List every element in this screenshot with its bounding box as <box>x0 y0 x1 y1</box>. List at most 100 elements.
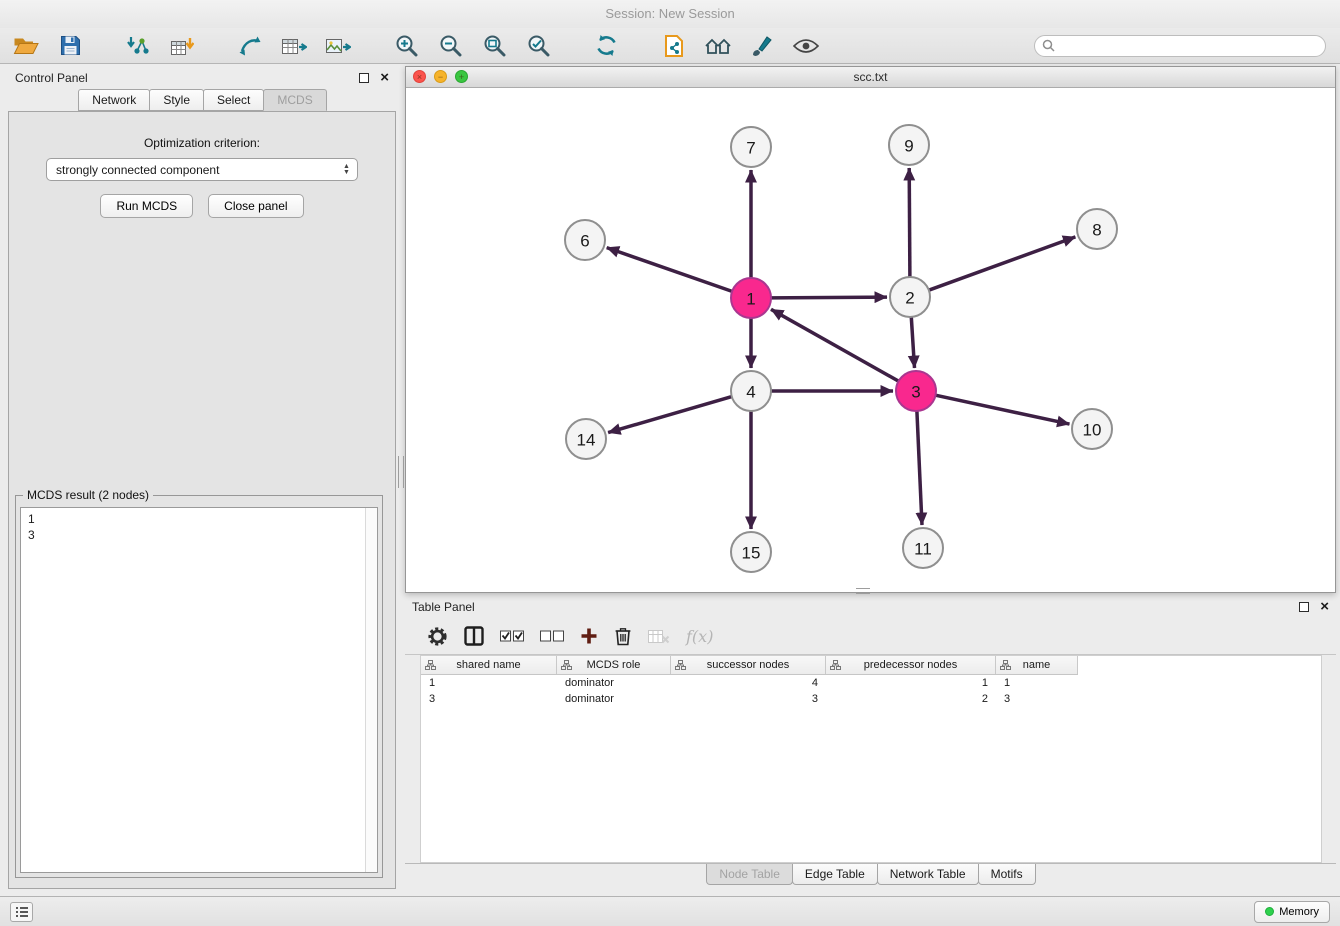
graph-node-2[interactable]: 2 <box>890 277 930 317</box>
graph-edge-1-6[interactable] <box>607 248 732 292</box>
graph-edge-3-10[interactable] <box>936 395 1070 424</box>
table-body: 1dominator4113dominator323 <box>421 675 1321 707</box>
apply-style-button[interactable] <box>746 31 778 61</box>
table-cell[interactable]: 3 <box>996 691 1078 707</box>
table-cell[interactable]: 4 <box>671 675 826 691</box>
select-all-button[interactable] <box>500 629 524 643</box>
tab-network[interactable]: Network <box>78 89 150 111</box>
task-history-button[interactable] <box>10 902 33 922</box>
tab-style[interactable]: Style <box>149 89 204 111</box>
column-header-shared-name[interactable]: shared name <box>421 656 557 674</box>
tab-network-table[interactable]: Network Table <box>877 864 979 885</box>
table-cell[interactable]: 1 <box>996 675 1078 691</box>
show-hide-button[interactable] <box>790 31 822 61</box>
mcds-result-item[interactable]: 3 <box>28 527 370 543</box>
table-row[interactable]: 3dominator323 <box>421 691 1321 707</box>
column-header-mcds-role[interactable]: MCDS role <box>557 656 671 674</box>
zoom-out-button[interactable] <box>434 31 466 61</box>
zoom-window-icon[interactable]: + <box>455 70 468 83</box>
control-panel-title: Control Panel <box>15 71 88 85</box>
add-row-button[interactable] <box>580 627 598 645</box>
graph-edge-2-9[interactable] <box>909 168 910 277</box>
table-row[interactable]: 1dominator411 <box>421 675 1321 691</box>
close-window-icon[interactable]: × <box>413 70 426 83</box>
graph-node-3[interactable]: 3 <box>896 371 936 411</box>
graph-edge-4-14[interactable] <box>608 397 732 433</box>
graph-node-1[interactable]: 1 <box>731 278 771 318</box>
export-image-button[interactable] <box>322 31 354 61</box>
network-graph: 7 9 6 8 1 2 4 3 14 10 15 11 <box>406 88 1335 592</box>
network-canvas[interactable]: 7 9 6 8 1 2 4 3 14 10 15 11 <box>406 88 1335 592</box>
close-mcds-panel-button[interactable]: Close panel <box>208 194 303 218</box>
graph-edge-3-1[interactable] <box>771 309 899 381</box>
import-network-button[interactable] <box>122 31 154 61</box>
column-chooser-button[interactable] <box>464 626 484 646</box>
vertical-splitter-handle[interactable] <box>398 456 404 488</box>
graph-node-14[interactable]: 14 <box>566 419 606 459</box>
table-cell[interactable]: dominator <box>557 675 671 691</box>
column-header-successor-nodes[interactable]: successor nodes <box>671 656 826 674</box>
column-header-label: MCDS role <box>587 659 641 671</box>
table-cell[interactable]: 1 <box>826 675 996 691</box>
tab-mcds[interactable]: MCDS <box>263 89 326 111</box>
table-cell[interactable]: 1 <box>421 675 557 691</box>
graph-edge-3-11[interactable] <box>917 411 922 525</box>
network-window-titlebar[interactable]: × − + scc.txt <box>406 67 1335 88</box>
close-panel-icon[interactable]: × <box>380 71 389 85</box>
zoom-fit-button[interactable] <box>478 31 510 61</box>
column-header-predecessor-nodes[interactable]: predecessor nodes <box>826 656 996 674</box>
graph-node-15[interactable]: 15 <box>731 532 771 572</box>
graph-node-8[interactable]: 8 <box>1077 209 1117 249</box>
graph-node-4[interactable]: 4 <box>731 371 771 411</box>
export-table-button[interactable] <box>278 31 310 61</box>
graph-node-7[interactable]: 7 <box>731 127 771 167</box>
graph-edge-2-3[interactable] <box>911 317 914 368</box>
tab-select[interactable]: Select <box>203 89 264 111</box>
table-cell[interactable]: 3 <box>671 691 826 707</box>
table-cell[interactable]: 2 <box>826 691 996 707</box>
close-table-panel-icon[interactable]: × <box>1320 600 1329 614</box>
table-panel-header: Table Panel × <box>405 595 1336 618</box>
search-input[interactable] <box>1034 35 1326 57</box>
network-file-icon <box>663 34 685 58</box>
graph-node-10[interactable]: 10 <box>1072 409 1112 449</box>
graph-node-6[interactable]: 6 <box>565 220 605 260</box>
zoom-selected-button[interactable] <box>522 31 554 61</box>
horizontal-splitter-handle[interactable] <box>856 588 870 594</box>
control-panel: Control Panel × NetworkStyleSelectMCDS O… <box>8 66 396 889</box>
result-scrollbar[interactable] <box>365 508 377 872</box>
run-mcds-button[interactable]: Run MCDS <box>100 194 193 218</box>
mcds-result-list[interactable]: 13 <box>20 507 378 873</box>
function-builder-icon[interactable]: f(x) <box>686 627 713 646</box>
export-network-button[interactable] <box>234 31 266 61</box>
dropdown-stepper-icon: ▲▼ <box>340 164 353 176</box>
home-button[interactable] <box>702 31 734 61</box>
table-cell[interactable]: dominator <box>557 691 671 707</box>
tab-node-table[interactable]: Node Table <box>706 864 793 885</box>
minimize-window-icon[interactable]: − <box>434 70 447 83</box>
import-table-button[interactable] <box>166 31 198 61</box>
graph-node-11[interactable]: 11 <box>903 528 943 568</box>
open-folder-button[interactable] <box>10 31 42 61</box>
deselect-all-button[interactable] <box>540 629 564 643</box>
delete-row-button[interactable] <box>614 626 632 646</box>
graph-edge-2-8[interactable] <box>929 237 1076 290</box>
zoom-in-button[interactable] <box>390 31 422 61</box>
column-header-name[interactable]: name <box>996 656 1078 674</box>
table-settings-button[interactable] <box>427 626 448 647</box>
float-table-panel-icon[interactable] <box>1299 602 1309 612</box>
memory-button[interactable]: Memory <box>1254 901 1330 923</box>
table-cell[interactable]: 3 <box>421 691 557 707</box>
refresh-button[interactable] <box>590 31 622 61</box>
tab-edge-table[interactable]: Edge Table <box>792 864 878 885</box>
criterion-dropdown[interactable]: strongly connected component ▲▼ <box>46 158 358 181</box>
delete-table-button[interactable] <box>648 628 670 644</box>
network-file-button[interactable] <box>658 31 690 61</box>
network-window-title: scc.txt <box>853 70 887 84</box>
graph-edge-1-2[interactable] <box>771 297 887 298</box>
save-session-button[interactable] <box>54 31 86 61</box>
float-panel-icon[interactable] <box>359 73 369 83</box>
graph-node-9[interactable]: 9 <box>889 125 929 165</box>
mcds-result-item[interactable]: 1 <box>28 511 370 527</box>
tab-motifs[interactable]: Motifs <box>978 864 1036 885</box>
